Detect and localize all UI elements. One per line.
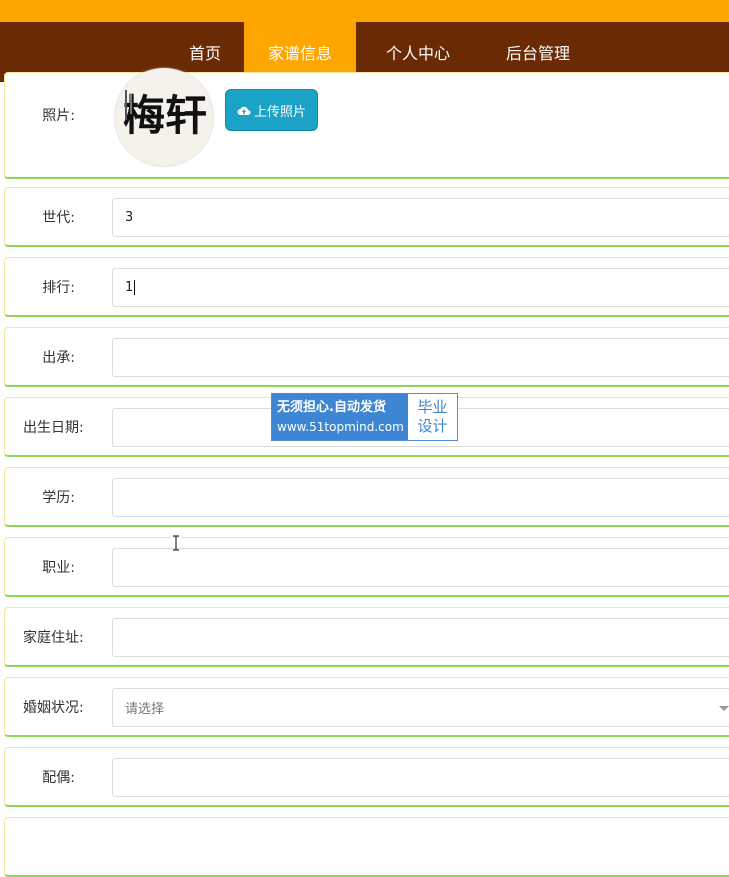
address-label: 家庭住址:	[23, 629, 84, 646]
marital-row: 婚姻状况: 请选择	[4, 677, 729, 737]
watermark-right1: 毕业	[417, 398, 448, 416]
cloud-upload-icon	[237, 106, 251, 115]
rank-label: 排行:	[42, 279, 75, 296]
photo-label: 照片:	[42, 108, 75, 124]
occupation-row: 职业:	[4, 537, 729, 597]
address-input[interactable]	[112, 618, 729, 657]
origin-row: 出承:	[4, 327, 729, 387]
address-row: 家庭住址:	[4, 607, 729, 667]
rank-value: 1	[125, 280, 134, 295]
origin-label: 出承:	[42, 349, 75, 366]
watermark-line1: 无须担心.自动发货	[277, 400, 386, 415]
watermark-left: 无须担心.自动发货 www.51topmind.com	[272, 394, 408, 440]
education-row: 学历:	[4, 467, 729, 527]
rank-input[interactable]: 1	[112, 268, 729, 307]
rank-row: 排行: 1	[4, 257, 729, 317]
ibeam-cursor-icon	[173, 535, 179, 551]
calligraphy-image: 梅轩	[115, 68, 213, 166]
education-input[interactable]	[112, 478, 729, 517]
marital-label: 婚姻状况:	[23, 699, 84, 716]
avatar-calligraphy-text: 梅轩	[123, 91, 207, 140]
watermark-right: 毕业 设计	[408, 394, 457, 440]
avatar: 梅轩	[115, 68, 213, 166]
text-cursor	[134, 280, 136, 295]
origin-input[interactable]	[112, 338, 729, 377]
watermark-line2: www.51topmind.com	[277, 420, 404, 434]
spouse-label: 配偶:	[42, 769, 75, 786]
generation-label: 世代:	[42, 209, 75, 226]
photo-row: 照片: 梅轩 上传照片	[4, 68, 729, 179]
top-accent-bar	[0, 0, 729, 22]
chevron-down-icon	[719, 706, 729, 711]
education-label: 学历:	[42, 489, 75, 506]
watermark: 无须担心.自动发货 www.51topmind.com 毕业 设计	[271, 393, 458, 441]
watermark-right2: 设计	[417, 417, 448, 435]
generation-input[interactable]: 3	[112, 198, 729, 237]
generation-row: 世代: 3	[4, 187, 729, 247]
occupation-label: 职业:	[42, 559, 75, 576]
spouse-row: 配偶:	[4, 747, 729, 807]
birthdate-label: 出生日期:	[23, 419, 84, 436]
occupation-input[interactable]	[112, 548, 729, 587]
upload-photo-button[interactable]: 上传照片	[225, 89, 318, 131]
marital-select-value: 请选择	[125, 702, 165, 717]
upload-photo-label: 上传照片	[253, 104, 306, 120]
next-row	[4, 817, 729, 877]
marital-select[interactable]: 请选择	[112, 688, 729, 727]
spouse-input[interactable]	[112, 758, 729, 797]
